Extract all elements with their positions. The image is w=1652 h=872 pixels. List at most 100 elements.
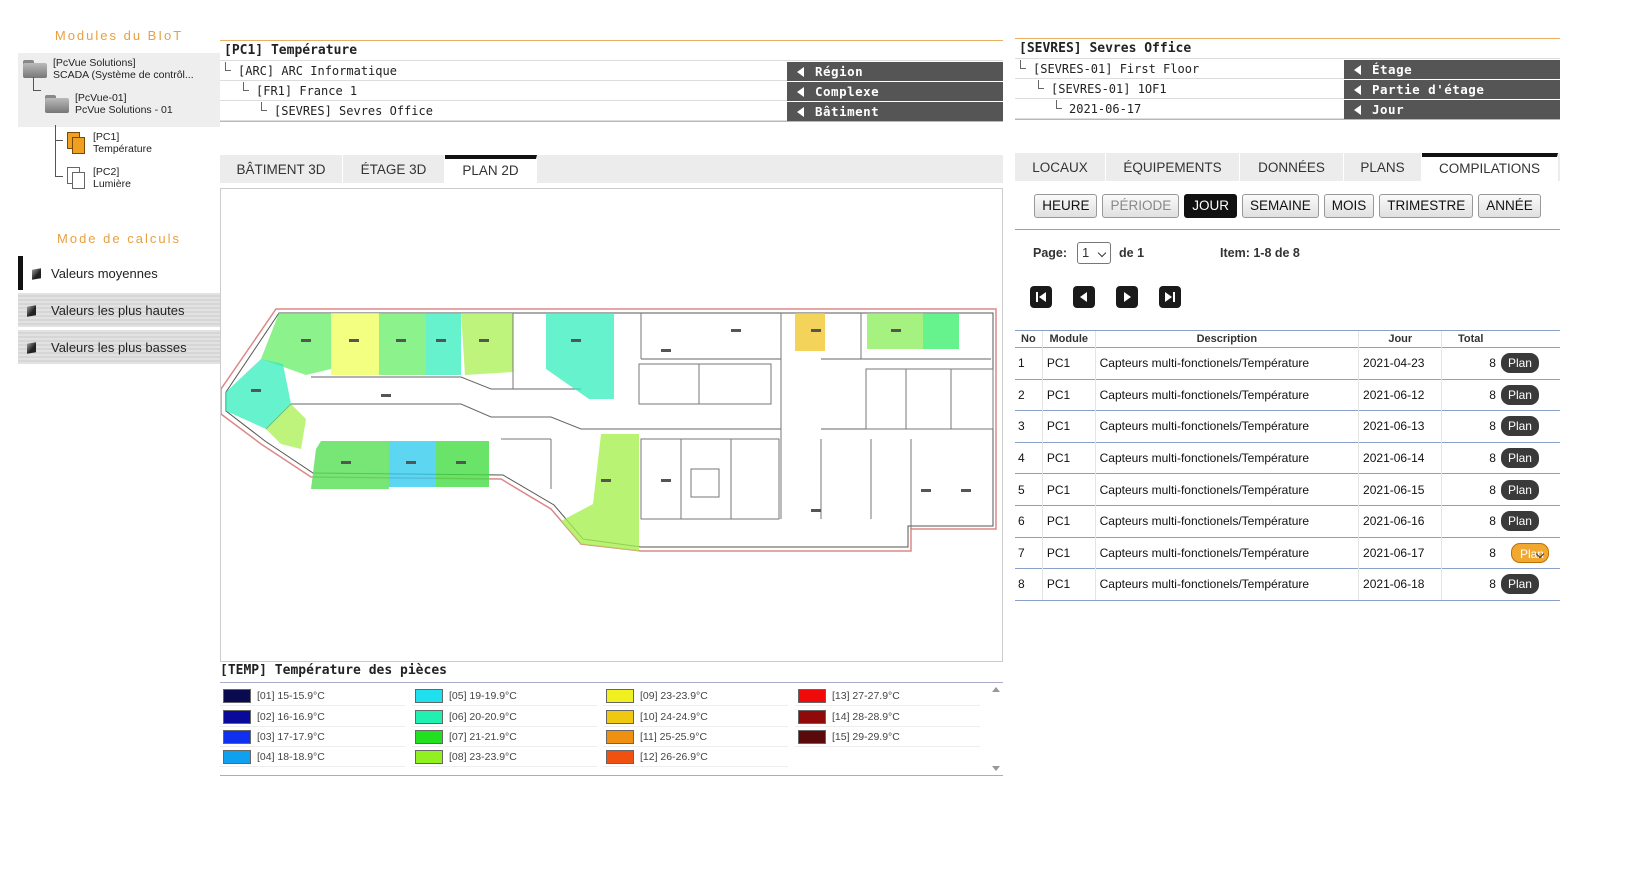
prev-page-button[interactable] bbox=[1073, 286, 1095, 308]
period-semaine-button[interactable]: SEMAINE bbox=[1241, 194, 1319, 218]
breadcrumb-row-region[interactable]: [ARC] ARC Informatique Région bbox=[220, 61, 1003, 81]
calc-mode-lowest[interactable]: Valeurs les plus basses bbox=[18, 330, 220, 364]
plan-button[interactable]: Plan bbox=[1500, 384, 1539, 405]
period-selector: HEURE PÉRIODE JOUR SEMAINE MOIS TRIMESTR… bbox=[1015, 194, 1560, 230]
table-row[interactable]: 3 PC1 Capteurs multi-fonctionels/Températu… bbox=[1015, 410, 1560, 443]
table-row[interactable]: 2 PC1 Capteurs multi-fonctionels/Températu… bbox=[1015, 378, 1560, 411]
cell-module: PC1 bbox=[1041, 347, 1096, 380]
period-trimestre-button[interactable]: TRIMESTRE bbox=[1379, 194, 1474, 218]
table-row[interactable]: 4 PC1 Capteurs multi-fonctionels/Températu… bbox=[1015, 441, 1560, 474]
period-jour-button[interactable]: JOUR bbox=[1184, 194, 1237, 218]
calc-mode-highest[interactable]: Valeurs les plus hautes bbox=[18, 293, 220, 327]
legend-swatch bbox=[606, 730, 634, 744]
table-row[interactable]: 1 PC1 Capteurs multi-fonctionels/Températu… bbox=[1015, 347, 1560, 380]
folder-icon bbox=[23, 60, 47, 78]
table-row[interactable]: 7 PC1 Capteurs multi-fonctionels/Températu… bbox=[1015, 536, 1560, 569]
table-row[interactable]: 6 PC1 Capteurs multi-fonctionels/Températu… bbox=[1015, 504, 1560, 538]
cell-jour: 2021-06-15 bbox=[1358, 473, 1442, 506]
legend-label: [09] 23-23.9°C bbox=[640, 690, 708, 702]
breadcrumb-row-floor[interactable]: [SEVRES-01] First Floor Étage bbox=[1015, 59, 1560, 79]
legend-label: [06] 20-20.9°C bbox=[449, 711, 517, 723]
cell-action: Plan bbox=[1498, 347, 1560, 380]
next-page-button[interactable] bbox=[1116, 286, 1138, 308]
col-total[interactable]: Total bbox=[1441, 330, 1499, 348]
complex-tag[interactable]: Complexe bbox=[787, 82, 1003, 101]
cell-description: Capteurs multi-fonctionels/Température bbox=[1094, 504, 1359, 538]
legend-item: [05] 19-19.9°C bbox=[412, 687, 597, 706]
tab-equipements[interactable]: ÉQUIPEMENTS bbox=[1106, 153, 1240, 181]
cell-action: Plan bbox=[1498, 378, 1560, 411]
plan-button[interactable]: Plan bbox=[1510, 542, 1549, 563]
floor-plan-2d[interactable] bbox=[220, 188, 1003, 662]
legend-swatch bbox=[415, 750, 443, 764]
cell-description: Capteurs multi-fonctionels/Température bbox=[1094, 536, 1359, 569]
cell-jour: 2021-04-23 bbox=[1358, 347, 1442, 380]
tree-node-pcvue-01[interactable]: [PcVue-01] PcVue Solutions - 01 bbox=[45, 92, 173, 116]
legend-scrollbar[interactable] bbox=[991, 685, 1001, 773]
tree-connector bbox=[33, 77, 41, 91]
legend-item: [11] 25-25.9°C bbox=[603, 728, 788, 747]
tree-connector bbox=[1038, 80, 1044, 89]
tree-node-code: [PC2] bbox=[93, 166, 120, 178]
period-periode-button[interactable]: PÉRIODE bbox=[1102, 194, 1180, 218]
legend-item: [03] 17-17.9°C bbox=[220, 728, 405, 747]
table-row[interactable]: 8 PC1 Capteurs multi-fonctionels/Températu… bbox=[1015, 568, 1560, 601]
cell-total: 8 bbox=[1441, 504, 1499, 538]
plan-button[interactable]: Plan bbox=[1500, 574, 1539, 595]
breadcrumb-row-day[interactable]: 2021-06-17 Jour bbox=[1015, 99, 1560, 119]
col-module[interactable]: Module bbox=[1041, 330, 1096, 348]
scroll-down-icon[interactable] bbox=[992, 766, 1000, 771]
tab-locaux[interactable]: LOCAUX bbox=[1015, 153, 1106, 181]
cell-total: 8 bbox=[1441, 473, 1499, 506]
plan-button[interactable]: Plan bbox=[1500, 511, 1539, 532]
tree-node-pc2[interactable]: [PC2] Lumière bbox=[67, 166, 131, 190]
calc-mode-label: Valeurs les plus basses bbox=[51, 339, 187, 355]
plan-button[interactable]: Plan bbox=[1500, 479, 1539, 500]
period-annee-button[interactable]: ANNÉE bbox=[1478, 194, 1541, 218]
floor-part-tag[interactable]: Partie d'étage bbox=[1344, 80, 1560, 99]
legend-swatch bbox=[606, 689, 634, 703]
period-mois-button[interactable]: MOIS bbox=[1323, 194, 1375, 218]
breadcrumb-row-floor-part[interactable]: [SEVRES-01] 1OF1 Partie d'étage bbox=[1015, 79, 1560, 99]
tab-plan-2d[interactable]: PLAN 2D bbox=[445, 155, 537, 183]
tree-node-pcvue-solutions[interactable]: [PcVue Solutions] SCADA (Système de cont… bbox=[23, 57, 194, 81]
building-tag[interactable]: Bâtiment bbox=[787, 102, 1003, 121]
period-heure-button[interactable]: HEURE bbox=[1034, 194, 1098, 218]
tree-connector bbox=[243, 82, 249, 91]
col-description[interactable]: Description bbox=[1094, 330, 1359, 348]
cell-module: PC1 bbox=[1041, 473, 1096, 506]
floor-tag[interactable]: Étage bbox=[1344, 60, 1560, 79]
tab-donnees[interactable]: DONNÉES bbox=[1240, 153, 1344, 181]
table-header-row: No Module Description Jour Total bbox=[1015, 330, 1560, 348]
tab-plans[interactable]: PLANS bbox=[1344, 153, 1422, 181]
region-tag[interactable]: Région bbox=[787, 62, 1003, 81]
cell-module: PC1 bbox=[1041, 568, 1096, 601]
legend-item: [06] 20-20.9°C bbox=[412, 708, 597, 727]
plan-button[interactable]: Plan bbox=[1500, 448, 1539, 469]
day-tag[interactable]: Jour bbox=[1344, 100, 1560, 119]
last-page-button[interactable] bbox=[1159, 286, 1181, 308]
col-no[interactable]: No bbox=[1015, 330, 1043, 348]
cell-description: Capteurs multi-fonctionels/Température bbox=[1094, 378, 1359, 411]
page-select[interactable]: 1 bbox=[1077, 242, 1112, 264]
col-jour[interactable]: Jour bbox=[1358, 330, 1442, 348]
breadcrumb-row-building[interactable]: [SEVRES] Sevres Office Bâtiment bbox=[220, 101, 1003, 121]
tab-floor-3d[interactable]: ÉTAGE 3D bbox=[343, 155, 445, 183]
table-row[interactable]: 5 PC1 Capteurs multi-fonctionels/Températu… bbox=[1015, 473, 1560, 506]
breadcrumb-text: [FR1] France 1 bbox=[256, 84, 358, 98]
first-page-button[interactable] bbox=[1030, 286, 1052, 308]
legend-label: [14] 28-28.9°C bbox=[832, 711, 900, 723]
legend-item: [07] 21-21.9°C bbox=[412, 728, 597, 747]
calc-mode-average[interactable]: Valeurs moyennes bbox=[18, 256, 220, 290]
plan-button[interactable]: Plan bbox=[1500, 353, 1539, 374]
temperature-legend: [01] 15-15.9°C [02] 16-16.9°C [03] 17-17… bbox=[220, 682, 1003, 776]
tab-building-3d[interactable]: BÂTIMENT 3D bbox=[220, 155, 343, 183]
scroll-up-icon[interactable] bbox=[992, 687, 1000, 692]
legend-item: [13] 27-27.9°C bbox=[795, 687, 980, 706]
tree-node-pc1[interactable]: [PC1] Température bbox=[67, 131, 152, 155]
legend-swatch bbox=[798, 689, 826, 703]
plan-button[interactable]: Plan bbox=[1500, 416, 1539, 437]
cell-description: Capteurs multi-fonctionels/Température bbox=[1094, 410, 1359, 443]
tab-compilations[interactable]: COMPILATIONS bbox=[1422, 153, 1558, 181]
breadcrumb-row-complex[interactable]: [FR1] France 1 Complexe bbox=[220, 81, 1003, 101]
